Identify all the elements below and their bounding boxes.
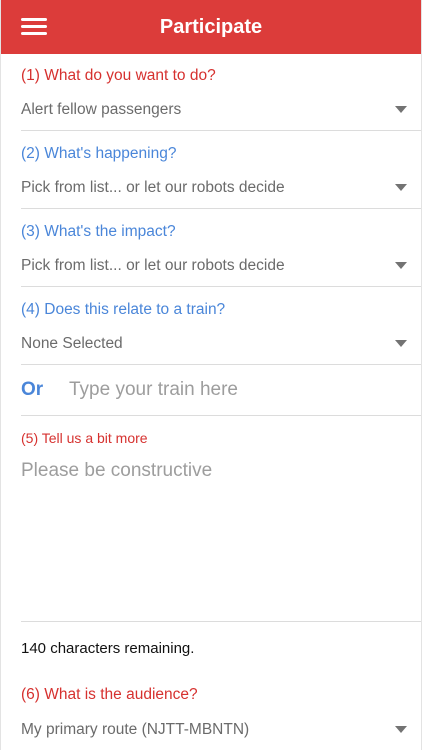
divider — [21, 286, 421, 287]
action-label: (1) What do you want to do? — [21, 67, 216, 84]
happening-select[interactable]: Pick from list... or let our robots deci… — [21, 175, 407, 201]
train-label: (4) Does this relate to a train? — [21, 301, 226, 318]
or-label: Or — [21, 379, 44, 400]
divider — [21, 415, 421, 416]
impact-label: (3) What's the impact? — [21, 223, 176, 240]
page-title: Participate — [159, 16, 263, 38]
details-textarea[interactable] — [21, 458, 403, 608]
divider — [21, 130, 421, 131]
navigation-bar: Participate — [1, 0, 421, 54]
divider — [21, 621, 421, 622]
happening-label: (2) What's happening? — [21, 145, 177, 162]
details-label: (5) Tell us a bit more — [21, 430, 148, 446]
audience-label: (6) What is the audience? — [21, 686, 198, 703]
action-select[interactable]: Alert fellow passengers — [21, 97, 407, 123]
dropdown-caret-icon — [395, 262, 407, 269]
participate-screen: Participate (1) What do you want to do? … — [0, 0, 422, 750]
divider — [21, 364, 421, 365]
happening-select-value: Pick from list... or let our robots deci… — [21, 179, 285, 196]
dropdown-caret-icon — [395, 340, 407, 347]
train-select[interactable]: None Selected — [21, 331, 407, 357]
train-select-value: None Selected — [21, 335, 123, 352]
dropdown-caret-icon — [395, 106, 407, 113]
audience-select-value: My primary route (NJTT-MBNTN) — [21, 721, 250, 738]
divider — [21, 208, 421, 209]
dropdown-caret-icon — [395, 726, 407, 733]
dropdown-caret-icon — [395, 184, 407, 191]
audience-select[interactable]: My primary route (NJTT-MBNTN) — [21, 717, 407, 743]
characters-remaining-text: 140 characters remaining. — [21, 640, 195, 657]
train-input[interactable] — [69, 374, 399, 406]
action-select-value: Alert fellow passengers — [21, 101, 182, 118]
impact-select-value: Pick from list... or let our robots deci… — [21, 257, 285, 274]
impact-select[interactable]: Pick from list... or let our robots deci… — [21, 253, 407, 279]
